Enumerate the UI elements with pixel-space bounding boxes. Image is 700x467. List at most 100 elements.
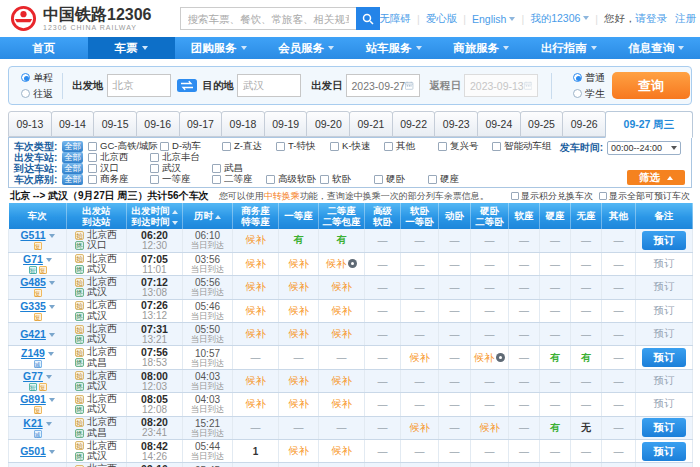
filter-all-button[interactable]: 全部	[62, 141, 83, 152]
return-date-input[interactable]: 2023-09-13	[464, 74, 538, 97]
expand-train-icon[interactable]	[49, 305, 55, 309]
expand-train-icon[interactable]	[46, 375, 52, 379]
expand-train-icon[interactable]	[49, 333, 55, 337]
train-number-link[interactable]: K21	[23, 417, 42, 429]
link-accessibility[interactable]: 无障碍	[380, 12, 412, 26]
seat-availability: —	[471, 463, 509, 467]
expand-train-icon[interactable]	[49, 281, 55, 285]
book-button[interactable]: 预订	[642, 442, 686, 461]
train-number-link[interactable]: G511	[20, 229, 45, 241]
logo[interactable]: 中国铁路12306 12306 CHINA RAILWAY	[10, 5, 152, 32]
login-link[interactable]: 请登录	[636, 12, 668, 26]
train-number-link[interactable]: G71	[23, 253, 43, 265]
expand-train-icon[interactable]	[48, 352, 54, 356]
link-english[interactable]: English	[472, 13, 515, 25]
filter-all-button[interactable]: 全部	[62, 163, 83, 174]
to-input[interactable]: 武汉	[237, 74, 301, 97]
train-number-link[interactable]: G77	[23, 370, 43, 382]
nav-item[interactable]: 站车服务	[350, 37, 438, 59]
radio-round-trip[interactable]: 往返	[21, 87, 53, 101]
date-tab[interactable]: 09-25	[520, 111, 564, 137]
train-number-link[interactable]: G335	[20, 300, 46, 312]
expand-train-icon[interactable]	[49, 398, 55, 402]
filter-checkbox[interactable]: 硬座	[428, 173, 480, 186]
train-row: G335复始北京西终武汉07:2613:1205:46当日到达候补候补候补———…	[9, 299, 693, 322]
date-tab[interactable]: 09-15	[93, 111, 137, 137]
show-bookable-checkbox[interactable]: 显示全部可预订车次	[599, 190, 690, 202]
expand-train-icon[interactable]	[46, 422, 52, 426]
filter-checkbox[interactable]: K-快速	[330, 140, 382, 153]
nav-item[interactable]: 出行指南	[525, 37, 613, 59]
from-input[interactable]: 北京	[107, 74, 171, 97]
expand-train-icon[interactable]	[49, 234, 55, 238]
expand-train-icon[interactable]	[49, 450, 55, 454]
filter-checkbox[interactable]: 硬卧	[374, 173, 426, 186]
passenger-type-radios: 普通 学生	[573, 71, 605, 101]
train-number-link[interactable]: Z149	[21, 347, 45, 359]
date-tab[interactable]: 09-22	[392, 111, 436, 137]
transfer-link[interactable]: 中转换乘	[264, 191, 300, 201]
link-my-12306[interactable]: 我的12306	[530, 12, 589, 26]
filter-button[interactable]: 筛选	[627, 170, 685, 185]
filter-checkbox[interactable]: Z-直达	[222, 140, 274, 153]
seat-availability: —	[571, 252, 602, 275]
swap-stations-icon[interactable]	[177, 79, 197, 92]
seat-availability: 候补	[319, 440, 365, 463]
filter-all-button[interactable]: 全部	[62, 174, 83, 185]
radio-normal[interactable]: 普通	[573, 71, 605, 85]
filter-checkbox[interactable]: 一等座	[150, 173, 210, 186]
seat-availability: —	[509, 252, 540, 275]
train-number-link[interactable]: G421	[20, 328, 46, 340]
date-tab[interactable]: 09-16	[136, 111, 180, 137]
book-button[interactable]: 预订	[642, 231, 686, 250]
nav-item[interactable]: 商旅服务	[438, 37, 526, 59]
filter-checkbox[interactable]: T-特快	[276, 140, 328, 153]
column-header[interactable]: 出发时间到达时间	[127, 203, 183, 229]
date-tab[interactable]: 09-14	[51, 111, 95, 137]
filter-all-button[interactable]: 全部	[62, 152, 83, 163]
nav-item[interactable]: 首页	[0, 37, 88, 59]
filter-checkbox[interactable]: 二等座	[212, 173, 264, 186]
link-care-version[interactable]: 爱心版	[426, 12, 458, 26]
nav-item[interactable]: 会员服务	[263, 37, 351, 59]
filter-checkbox[interactable]: 高级软卧	[266, 173, 318, 186]
nav-item[interactable]: 信息查询	[613, 37, 700, 59]
train-number-link[interactable]: G501	[20, 445, 46, 457]
time-filter-select[interactable]: 00:00--24:00	[607, 141, 681, 155]
search-input[interactable]	[180, 7, 356, 30]
expand-train-icon[interactable]	[46, 258, 52, 262]
filter-checkbox[interactable]: 软卧	[320, 173, 372, 186]
column-header: 一等座	[279, 203, 319, 229]
nav-item[interactable]: 团购服务	[175, 37, 263, 59]
seat-availability: —	[509, 440, 540, 463]
book-button[interactable]: 预订	[642, 348, 686, 367]
date-tab[interactable]: 09-19	[264, 111, 308, 137]
depart-date-input[interactable]: 2023-09-27	[346, 74, 420, 97]
date-tab[interactable]: 09-18	[221, 111, 265, 137]
train-number-link[interactable]: G485	[20, 276, 46, 288]
date-tab[interactable]: 09-23	[434, 111, 478, 137]
register-link[interactable]: 注册	[675, 12, 696, 26]
show-points-checkbox[interactable]: 显示积分兑换车次	[511, 190, 593, 202]
date-tab[interactable]: 09-26	[562, 111, 606, 137]
query-button[interactable]: 查询	[612, 72, 690, 99]
seat-availability: —	[602, 346, 636, 369]
date-tab-active[interactable]: 09-27 周三	[605, 111, 693, 138]
train-number-link[interactable]: G891	[20, 393, 46, 405]
train-badge-icon: 智	[29, 383, 37, 391]
date-tab[interactable]: 09-24	[477, 111, 521, 137]
radio-student[interactable]: 学生	[573, 87, 605, 101]
date-tab[interactable]: 09-21	[349, 111, 393, 137]
nav-item[interactable]: 车票	[88, 37, 176, 59]
date-tab[interactable]: 09-20	[306, 111, 350, 137]
date-tab[interactable]: 09-13	[8, 111, 52, 137]
filter-checkbox[interactable]: 商务座	[88, 173, 148, 186]
column-header[interactable]: 历时	[183, 203, 233, 229]
book-button[interactable]: 预订	[642, 418, 686, 437]
filter-checkbox[interactable]: 其他	[384, 140, 436, 153]
filter-checkbox[interactable]: 复兴号	[438, 140, 490, 153]
search-button[interactable]	[356, 7, 380, 30]
filter-checkbox[interactable]: 智能动车组	[492, 140, 552, 153]
date-tab[interactable]: 09-17	[179, 111, 223, 137]
radio-one-way[interactable]: 单程	[21, 71, 53, 85]
